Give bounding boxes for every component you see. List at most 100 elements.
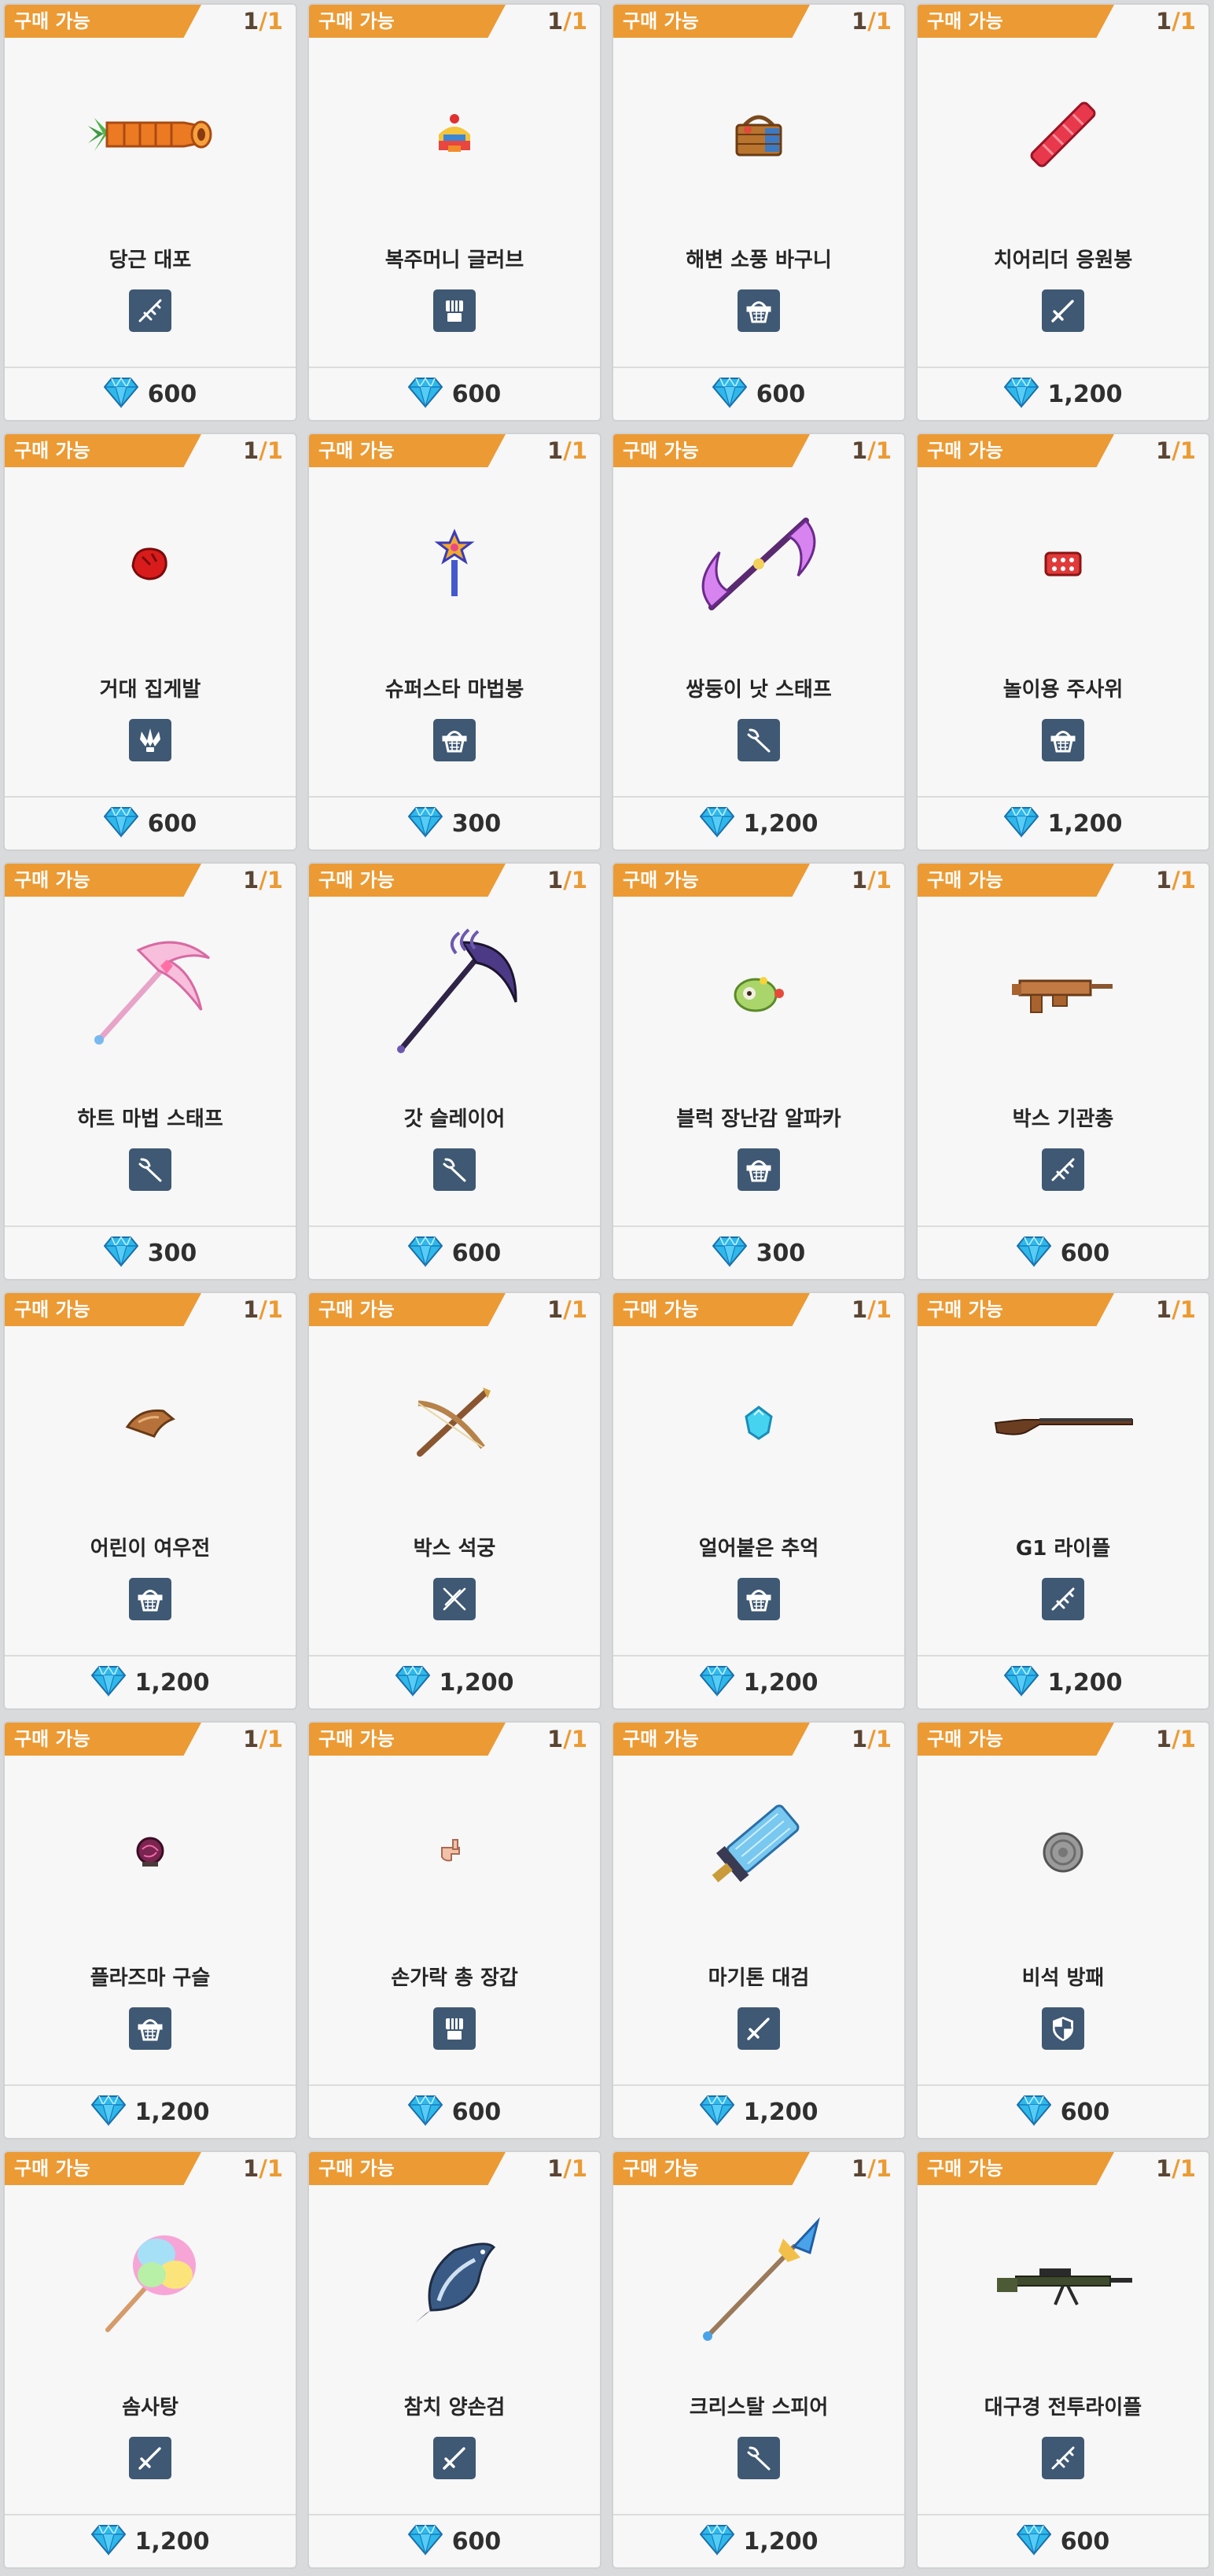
purchase-available-tag: 구매 가능 (918, 1723, 1114, 1756)
limit-separator: / (563, 437, 572, 464)
shop-item-card[interactable]: 구매 가능 1/1 얼어붙은 추억 1,200 (612, 1292, 906, 1710)
limit-separator: / (867, 1726, 876, 1752)
purchase-available-tag: 구매 가능 (918, 1293, 1114, 1326)
gem-icon (407, 1236, 443, 1270)
purchase-max: 1 (875, 437, 892, 464)
purchase-max: 1 (571, 2155, 587, 2182)
price-button[interactable]: 600 (309, 2086, 600, 2138)
price-button[interactable]: 600 (918, 2515, 1208, 2567)
limit-separator: / (1172, 1296, 1180, 1323)
cheer-stick-icon (918, 52, 1208, 217)
limit-separator: / (259, 1726, 267, 1752)
price-button[interactable]: 300 (309, 798, 600, 849)
limit-separator: / (1172, 437, 1180, 464)
price-button[interactable]: 600 (309, 368, 600, 420)
shop-item-card[interactable]: 구매 가능 1/1 박스 기관총 600 (916, 862, 1210, 1281)
heart-magic-staff-icon (5, 911, 296, 1076)
shop-item-card[interactable]: 구매 가능 1/1 플라즈마 구슬 1,200 (3, 1721, 297, 2139)
shop-item-card[interactable]: 구매 가능 1/1 크리스탈 스피어 1,200 (612, 2150, 906, 2569)
price-button[interactable]: 1,200 (5, 1657, 296, 1708)
shop-item-card[interactable]: 구매 가능 1/1 쌍둥이 낫 스태프 1,200 (612, 433, 906, 851)
child-fox-horn-icon (5, 1340, 296, 1505)
item-name: 박스 석궁 (413, 1537, 496, 1561)
price-value: 300 (147, 1239, 197, 1267)
price-button[interactable]: 1,200 (613, 2515, 904, 2567)
shop-item-card[interactable]: 구매 가능 1/1 당근 대포 600 (3, 3, 297, 422)
item-name: 해변 소풍 바구니 (686, 249, 832, 272)
purchase-max: 1 (571, 867, 587, 894)
purchase-max: 1 (1179, 8, 1196, 35)
shop-item-card[interactable]: 구매 가능 1/1 손가락 총 장갑 600 (307, 1721, 601, 2139)
price-button[interactable]: 1,200 (613, 2086, 904, 2138)
purchase-max: 1 (875, 867, 892, 894)
gem-icon (1016, 2524, 1051, 2559)
price-button[interactable]: 600 (309, 1227, 600, 1279)
price-value: 600 (147, 809, 197, 838)
price-button[interactable]: 1,200 (613, 798, 904, 849)
purchase-limit: 1/1 (1156, 2155, 1196, 2182)
price-button[interactable]: 600 (918, 2086, 1208, 2138)
gem-icon (699, 2524, 734, 2559)
shop-item-card[interactable]: 구매 가능 1/1 거대 집게발 600 (3, 433, 297, 851)
gem-icon (407, 2095, 443, 2129)
shop-item-card[interactable]: 구매 가능 1/1 대구경 전투라이플 600 (916, 2150, 1210, 2569)
purchase-available-tag: 구매 가능 (5, 2152, 201, 2185)
price-button[interactable]: 600 (918, 1227, 1208, 1279)
frozen-memory-icon (613, 1340, 904, 1505)
item-name: 쌍둥이 낫 스태프 (686, 678, 832, 702)
price-value: 600 (451, 2527, 502, 2556)
price-button[interactable]: 1,200 (918, 1657, 1208, 1708)
purchase-max: 1 (571, 8, 587, 35)
price-button[interactable]: 600 (613, 368, 904, 420)
shop-item-card[interactable]: 구매 가능 1/1 G1 라이플 1,200 (916, 1292, 1210, 1710)
purchase-limit: 1/1 (547, 867, 587, 894)
shop-item-card[interactable]: 구매 가능 1/1 비석 방패 600 (916, 1721, 1210, 2139)
shop-item-card[interactable]: 구매 가능 1/1 박스 석궁 1,200 (307, 1292, 601, 1710)
price-button[interactable]: 1,200 (309, 1657, 600, 1708)
purchase-count: 1 (1156, 2155, 1172, 2182)
price-button[interactable]: 300 (613, 1227, 904, 1279)
price-button[interactable]: 600 (5, 368, 296, 420)
purchase-max: 1 (875, 8, 892, 35)
purchase-limit: 1/1 (1156, 1726, 1196, 1752)
shop-item-card[interactable]: 구매 가능 1/1 솜사탕 1,200 (3, 2150, 297, 2569)
purchase-limit: 1/1 (852, 1296, 892, 1323)
price-button[interactable]: 1,200 (5, 2086, 296, 2138)
shop-item-card[interactable]: 구매 가능 1/1 갓 슬레이어 600 (307, 862, 601, 1281)
purchase-available-tag: 구매 가능 (918, 2152, 1114, 2185)
shop-item-card[interactable]: 구매 가능 1/1 블럭 장난감 알파카 300 (612, 862, 906, 1281)
purchase-available-tag: 구매 가능 (613, 5, 810, 38)
price-button[interactable]: 300 (5, 1227, 296, 1279)
shop-item-card[interactable]: 구매 가능 1/1 해변 소풍 바구니 600 (612, 3, 906, 422)
price-button[interactable]: 600 (5, 798, 296, 849)
purchase-count: 1 (547, 8, 564, 35)
purchase-max: 1 (1179, 1296, 1196, 1323)
price-value: 1,200 (134, 1668, 210, 1697)
price-button[interactable]: 600 (309, 2515, 600, 2567)
shop-item-card[interactable]: 구매 가능 1/1 복주머니 글러브 600 (307, 3, 601, 422)
price-button[interactable]: 1,200 (918, 798, 1208, 849)
sword-icon (433, 2437, 476, 2479)
shop-item-card[interactable]: 구매 가능 1/1 슈퍼스타 마법봉 300 (307, 433, 601, 851)
sword-icon (129, 2437, 171, 2479)
gem-icon (699, 806, 734, 841)
purchase-max: 1 (875, 1296, 892, 1323)
shop-item-card[interactable]: 구매 가능 1/1 하트 마법 스태프 300 (3, 862, 297, 1281)
shop-item-card[interactable]: 구매 가능 1/1 마기톤 대검 1,200 (612, 1721, 906, 2139)
purchase-max: 1 (875, 2155, 892, 2182)
gem-icon (103, 377, 138, 411)
item-name: 크리스탈 스피어 (689, 2396, 829, 2419)
purchase-count: 1 (852, 867, 868, 894)
shop-item-card[interactable]: 구매 가능 1/1 참치 양손검 600 (307, 2150, 601, 2569)
shop-item-card[interactable]: 구매 가능 1/1 치어리더 응원봉 1,200 (916, 3, 1210, 422)
purchase-max: 1 (571, 437, 587, 464)
purchase-count: 1 (243, 1296, 259, 1323)
price-button[interactable]: 1,200 (918, 368, 1208, 420)
shop-item-card[interactable]: 구매 가능 1/1 놀이용 주사위 1,200 (916, 433, 1210, 851)
purchase-limit: 1/1 (1156, 437, 1196, 464)
shop-item-card[interactable]: 구매 가능 1/1 어린이 여우전 1,200 (3, 1292, 297, 1710)
item-name: 얼어붙은 추억 (698, 1537, 819, 1561)
price-button[interactable]: 1,200 (5, 2515, 296, 2567)
price-button[interactable]: 1,200 (613, 1657, 904, 1708)
purchase-max: 1 (267, 867, 283, 894)
